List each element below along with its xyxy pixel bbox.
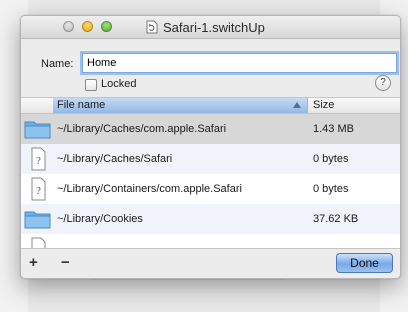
svg-text:?: ? [36, 155, 41, 167]
table-header: File name Size [21, 98, 400, 114]
folder-icon [24, 121, 51, 139]
column-header-file-name-label: File name [57, 99, 106, 111]
zoom-window-icon[interactable] [101, 21, 112, 32]
file-path: ~/Library/Containers/com.apple.Safari [57, 183, 242, 195]
file-size: 1.43 MB [313, 123, 354, 135]
folder-icon [24, 211, 51, 229]
document-icon [146, 20, 158, 34]
table-row[interactable]: ? ~/Library/Containers/com.apple.Safari … [21, 174, 400, 204]
window-title: Safari-1.switchUp [163, 19, 265, 35]
column-header-size[interactable]: Size [313, 98, 334, 113]
unknown-file-icon: ? [31, 147, 46, 171]
add-button[interactable]: + [29, 254, 38, 271]
unknown-file-icon [31, 237, 46, 248]
locked-label: Locked [101, 78, 137, 90]
table-row-partial[interactable] [21, 234, 400, 248]
sort-ascending-icon [293, 102, 301, 108]
table-row[interactable]: ? ~/Library/Caches/Safari 0 bytes [21, 144, 400, 174]
file-table[interactable]: File name Size ~/Library/Caches/com.appl… [21, 97, 400, 249]
close-window-icon[interactable] [63, 21, 74, 32]
remove-button[interactable]: − [61, 254, 70, 271]
table-row[interactable]: ~/Library/Cookies 37.62 KB [21, 204, 400, 234]
table-row[interactable]: ~/Library/Caches/com.apple.Safari 1.43 M… [21, 114, 400, 144]
svg-text:?: ? [36, 185, 41, 197]
title-bar[interactable]: Safari-1.switchUp [21, 16, 400, 39]
file-size: 0 bytes [313, 153, 349, 165]
locked-checkbox[interactable] [85, 79, 97, 91]
help-button[interactable]: ? [375, 75, 391, 91]
file-path: ~/Library/Cookies [57, 213, 143, 225]
file-path: ~/Library/Caches/com.apple.Safari [57, 123, 227, 135]
done-button[interactable]: Done [336, 253, 393, 273]
name-input[interactable] [82, 53, 397, 73]
switchup-sheet-window: Safari-1.switchUp Name: Locked ? File na… [20, 15, 401, 279]
unknown-file-icon: ? [31, 177, 46, 201]
file-path: ~/Library/Caches/Safari [57, 153, 173, 165]
column-header-file-name[interactable]: File name [53, 98, 308, 113]
file-size: 0 bytes [313, 183, 349, 195]
window-title-group: Safari-1.switchUp [146, 19, 265, 35]
minimize-window-icon[interactable] [82, 21, 93, 32]
file-size: 37.62 KB [313, 213, 359, 225]
name-label: Name: [41, 58, 74, 70]
